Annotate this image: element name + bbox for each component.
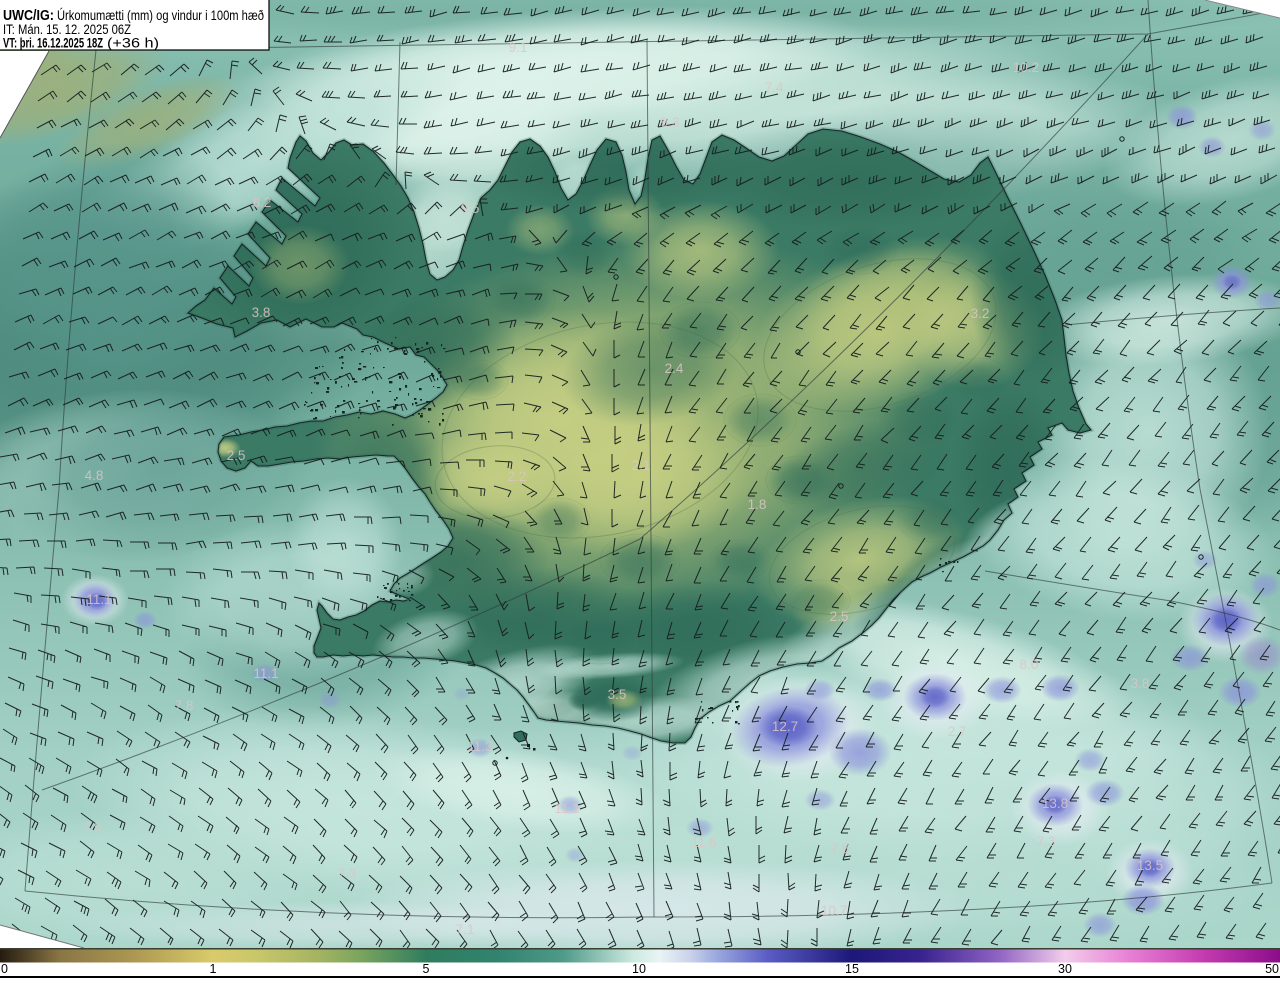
svg-text:2.1: 2.1 bbox=[632, 458, 651, 473]
svg-text:7.8: 7.8 bbox=[831, 841, 850, 856]
svg-text:1.8: 1.8 bbox=[748, 497, 767, 512]
svg-text:13.8: 13.8 bbox=[1042, 796, 1068, 811]
svg-text:9.5: 9.5 bbox=[461, 201, 480, 216]
svg-text:2.2: 2.2 bbox=[508, 469, 527, 484]
svg-text:10.2: 10.2 bbox=[1013, 60, 1039, 75]
svg-text:2.7: 2.7 bbox=[948, 724, 967, 739]
svg-text:3.8: 3.8 bbox=[1131, 676, 1150, 691]
svg-text:Úrkomumætti (mm) og vindur i 1: Úrkomumætti (mm) og vindur i 100m hæð bbox=[57, 7, 264, 23]
svg-text:11.6: 11.6 bbox=[691, 835, 716, 850]
svg-text:7.4: 7.4 bbox=[765, 80, 784, 95]
svg-text:7.9: 7.9 bbox=[83, 820, 102, 835]
svg-text:VT: þri. 16.12.2025 18Z: VT: þri. 16.12.2025 18Z bbox=[3, 36, 103, 51]
svg-text:3.5: 3.5 bbox=[608, 687, 627, 702]
svg-text:8.2: 8.2 bbox=[253, 195, 272, 210]
svg-text:11.1: 11.1 bbox=[554, 801, 579, 816]
svg-text:7.3: 7.3 bbox=[1037, 834, 1056, 849]
svg-text:9.3: 9.3 bbox=[661, 115, 680, 130]
svg-text:11.3: 11.3 bbox=[467, 739, 492, 754]
svg-text:2.5: 2.5 bbox=[830, 609, 849, 624]
svg-text:4.8: 4.8 bbox=[85, 468, 104, 483]
svg-text:2.5: 2.5 bbox=[227, 448, 246, 463]
svg-text:11.1: 11.1 bbox=[86, 592, 111, 607]
svg-text:1: 1 bbox=[210, 962, 217, 976]
svg-text:9.1: 9.1 bbox=[509, 40, 528, 55]
svg-text:11.1: 11.1 bbox=[253, 666, 278, 681]
svg-text:15: 15 bbox=[845, 962, 859, 976]
svg-text:10.7: 10.7 bbox=[821, 903, 847, 918]
svg-text:3.2: 3.2 bbox=[971, 306, 990, 321]
svg-text:7.1: 7.1 bbox=[456, 922, 475, 937]
svg-text:50: 50 bbox=[1265, 962, 1279, 976]
svg-text:5: 5 bbox=[423, 962, 430, 976]
svg-text:7.8: 7.8 bbox=[175, 698, 194, 713]
svg-text:13.5: 13.5 bbox=[1137, 858, 1163, 873]
svg-text:8.0: 8.0 bbox=[1020, 657, 1039, 672]
svg-text:2.4: 2.4 bbox=[665, 361, 684, 376]
svg-text:7.3: 7.3 bbox=[338, 866, 357, 881]
svg-text:(+36 h): (+36 h) bbox=[107, 36, 159, 51]
svg-text:0: 0 bbox=[1, 962, 8, 976]
svg-text:30: 30 bbox=[1058, 962, 1072, 976]
svg-text:10: 10 bbox=[632, 962, 646, 976]
svg-text:3.8: 3.8 bbox=[252, 305, 271, 320]
svg-text:12.7: 12.7 bbox=[772, 719, 798, 734]
